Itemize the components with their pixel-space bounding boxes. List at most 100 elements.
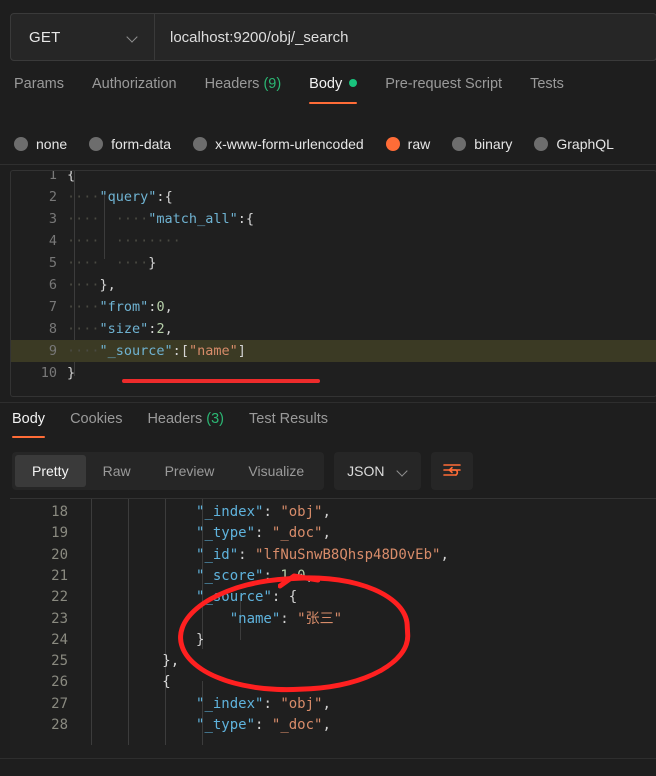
line-number: 27 <box>51 695 68 712</box>
response-code-line: "_index": "obj", <box>196 504 331 520</box>
request-code-line: ···· ········ <box>67 233 181 249</box>
response-tab-test-results[interactable]: Test Results <box>249 408 328 438</box>
request-tab-body[interactable]: Body <box>309 73 358 104</box>
http-method-dropdown[interactable]: GET <box>11 14 155 60</box>
line-number: 18 <box>51 504 68 520</box>
line-number: 2 <box>48 189 57 205</box>
request-code-line: ···· ····} <box>67 255 157 271</box>
radio-icon <box>89 137 104 151</box>
response-tab-bar: Body Cookies Headers (3) Test Results <box>0 408 656 444</box>
tab-label: Tests <box>530 76 564 92</box>
body-type-graphql[interactable]: GraphQL <box>534 136 614 152</box>
body-present-indicator-icon <box>349 79 358 87</box>
body-type-label: GraphQL <box>556 136 614 152</box>
tab-label: Body <box>309 76 343 92</box>
line-number: 9 <box>48 343 57 359</box>
tab-label: Pre-request Script <box>385 76 503 92</box>
tab-label: Body <box>12 411 46 427</box>
request-code-line: ····"query":{ <box>67 189 173 205</box>
request-tab-headers[interactable]: Headers (9) <box>205 73 282 104</box>
radio-icon <box>193 137 208 151</box>
response-code-line: "_type": "_doc", <box>196 717 331 733</box>
radio-icon <box>534 137 549 151</box>
body-type-x-www-form-urlencoded[interactable]: x-www-form-urlencoded <box>193 136 364 152</box>
line-number: 24 <box>51 631 68 648</box>
request-tab-bar: Params Authorization Headers (9) Body Pre-re… <box>0 73 656 113</box>
line-number: 5 <box>48 255 57 271</box>
http-method-label: GET <box>29 28 61 46</box>
tab-label: Headers <box>147 411 203 427</box>
request-tab-tests[interactable]: Tests <box>530 73 564 104</box>
request-body-editor[interactable]: 1 {2 ····"query":{ 3 ···· ····"match_all":{ 4… <box>10 170 656 397</box>
url-input[interactable]: localhost:9200/obj/_search <box>155 14 656 60</box>
tab-label: Headers <box>204 76 260 92</box>
request-code-line: ····"size":2, <box>67 321 173 337</box>
view-mode-visualize[interactable]: Visualize <box>231 455 321 487</box>
url-bar-container: GET localhost:9200/obj/_search <box>10 13 656 61</box>
request-tab-pre-request-script[interactable]: Pre-request Script <box>385 73 502 104</box>
line-number: 26 <box>51 674 68 691</box>
request-code-line: ····"_source":["name"] <box>67 343 246 359</box>
chevron-down-icon <box>397 466 408 477</box>
tab-label: Params <box>14 76 64 92</box>
red-underline-annotation <box>122 379 320 383</box>
line-number: 21 <box>51 567 68 584</box>
wrap-lines-button[interactable] <box>430 452 473 490</box>
request-code-line: { <box>67 170 76 183</box>
tab-count-badge: (9) <box>259 76 282 92</box>
response-code-line: "_index": "obj", <box>196 695 331 712</box>
response-view-mode-group: Pretty Raw Preview Visualize <box>12 452 325 490</box>
response-tab-body[interactable]: Body <box>12 408 46 438</box>
body-type-label: binary <box>474 136 513 152</box>
request-code-line: ···· ····"match_all":{ <box>67 211 254 227</box>
body-type-raw[interactable]: raw <box>385 136 431 152</box>
radio-icon <box>14 137 28 151</box>
response-code-line: "_type": "_doc", <box>196 525 331 542</box>
line-number: 22 <box>51 589 68 606</box>
tab-label: Test Results <box>249 411 328 427</box>
tab-count-badge: (3) <box>202 411 225 427</box>
body-type-none[interactable]: none <box>14 136 67 152</box>
view-mode-pretty[interactable]: Pretty <box>15 455 86 487</box>
line-number: 8 <box>48 321 57 337</box>
line-number: 10 <box>40 365 57 381</box>
tab-label: Cookies <box>70 411 123 427</box>
line-number: 7 <box>48 299 57 315</box>
body-type-form-data[interactable]: form-data <box>89 136 171 152</box>
chevron-down-icon <box>127 32 138 43</box>
red-tick-annotation <box>278 573 320 589</box>
response-format-label: JSON <box>347 463 385 479</box>
tab-label: Authorization <box>91 76 177 92</box>
line-number: 28 <box>51 717 68 733</box>
response-format-dropdown[interactable]: JSON <box>334 452 421 490</box>
request-tab-params[interactable]: Params <box>14 73 64 104</box>
line-number: 3 <box>48 211 57 227</box>
body-type-label: x-www-form-urlencoded <box>215 136 364 152</box>
body-type-label: raw <box>407 136 431 152</box>
line-number: 1 <box>48 170 57 183</box>
view-mode-raw[interactable]: Raw <box>86 455 148 487</box>
request-code-line: ····"from":0, <box>67 299 173 315</box>
view-mode-preview[interactable]: Preview <box>148 455 232 487</box>
request-url-bar: GET localhost:9200/obj/_search <box>0 0 656 70</box>
request-tab-authorization[interactable]: Authorization <box>92 73 177 104</box>
response-tab-cookies[interactable]: Cookies <box>70 408 122 438</box>
response-view-toolbar: Pretty Raw Preview Visualize JSON <box>12 452 473 490</box>
request-code-line: ····}, <box>67 277 116 293</box>
radio-icon <box>452 137 467 151</box>
body-type-radio-group: none form-data x-www-form-urlencoded raw bin… <box>0 125 656 163</box>
line-number: 23 <box>51 610 68 627</box>
response-code-line: "_id": "lfNuSnwB8Qhsp48D0vEb", <box>196 546 449 563</box>
line-number: 6 <box>48 277 57 293</box>
line-number: 4 <box>48 233 57 249</box>
body-type-binary[interactable]: binary <box>452 136 512 152</box>
line-number: 19 <box>51 525 68 542</box>
line-number: 25 <box>51 653 68 670</box>
response-tab-headers[interactable]: Headers (3) <box>147 408 224 438</box>
body-type-label: form-data <box>111 136 172 152</box>
divider-middle <box>0 402 656 403</box>
radio-icon <box>385 137 400 151</box>
divider-bottom <box>0 758 656 759</box>
body-type-label: none <box>36 136 68 152</box>
wrap-lines-icon <box>442 464 461 476</box>
